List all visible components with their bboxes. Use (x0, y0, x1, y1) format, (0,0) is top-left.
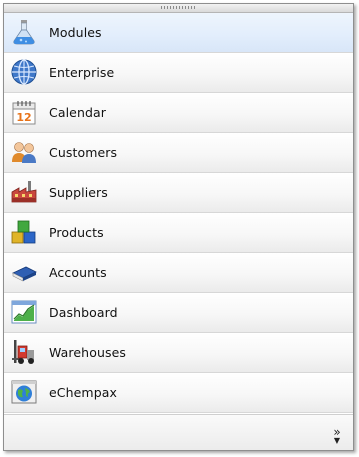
menu-item-label: Products (49, 225, 104, 240)
calendar-day: 12 (16, 111, 31, 124)
more-items-button[interactable]: » ▼ (329, 426, 345, 445)
menu-item-enterprise[interactable]: Enterprise (4, 53, 353, 93)
boxes-icon (10, 218, 38, 246)
menu-item-warehouses[interactable]: Warehouses (4, 333, 353, 373)
earth-window-icon (10, 378, 38, 406)
users-icon (10, 138, 38, 166)
menu-item-label: Customers (49, 145, 118, 160)
navigation-menu: Modules Enterprise 12 Calendar Customers… (4, 13, 353, 413)
menu-item-label: Enterprise (49, 65, 115, 80)
menu-item-label: Dashboard (49, 305, 118, 320)
menu-item-echempax[interactable]: eChempax (4, 373, 353, 413)
flask-icon (10, 18, 38, 46)
resize-grip[interactable] (4, 4, 353, 13)
menu-item-modules[interactable]: Modules (4, 13, 353, 53)
ledger-book-icon (10, 258, 38, 286)
menu-item-label: Modules (49, 25, 102, 40)
navigation-panel: Modules Enterprise 12 Calendar Customers… (3, 3, 354, 451)
menu-item-suppliers[interactable]: Suppliers (4, 173, 353, 213)
menu-item-products[interactable]: Products (4, 213, 353, 253)
menu-item-accounts[interactable]: Accounts (4, 253, 353, 293)
grip-dots (160, 6, 197, 9)
menu-item-label: Calendar (49, 105, 107, 120)
menu-item-label: Warehouses (49, 345, 126, 360)
factory-icon (10, 178, 38, 206)
forklift-icon (10, 338, 38, 366)
calendar-icon: 12 (10, 98, 38, 126)
dropdown-arrow-icon: ▼ (333, 436, 341, 445)
menu-footer: » ▼ (4, 414, 353, 450)
chart-icon (10, 298, 38, 326)
menu-item-label: eChempax (49, 385, 117, 400)
menu-item-calendar[interactable]: 12 Calendar (4, 93, 353, 133)
menu-item-label: Suppliers (49, 185, 108, 200)
menu-item-dashboard[interactable]: Dashboard (4, 293, 353, 333)
globe-icon (10, 58, 38, 86)
menu-item-customers[interactable]: Customers (4, 133, 353, 173)
menu-item-label: Accounts (49, 265, 107, 280)
